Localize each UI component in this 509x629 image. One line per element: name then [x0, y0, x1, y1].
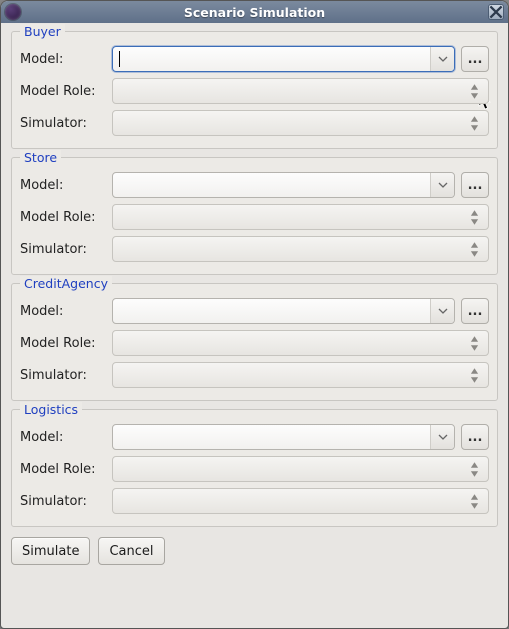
- label-model: Model:: [20, 178, 106, 193]
- row-model-role: Model Role:: [20, 202, 489, 232]
- updown-icon[interactable]: [470, 79, 484, 103]
- model-combo[interactable]: [112, 172, 455, 198]
- label-model-role: Model Role:: [20, 210, 106, 225]
- dialog-window: Scenario Simulation Buyer Model: ...: [0, 0, 509, 629]
- text-caret: [119, 51, 120, 67]
- label-model-role: Model Role:: [20, 462, 106, 477]
- browse-button[interactable]: ...: [461, 172, 489, 198]
- model-role-select[interactable]: [112, 204, 489, 230]
- app-icon: [5, 4, 21, 20]
- model-combo[interactable]: [112, 298, 455, 324]
- group-legend: Logistics: [20, 402, 82, 417]
- group-store: Store Model: ... Model Role:: [11, 157, 498, 275]
- row-model: Model: ...: [20, 170, 489, 200]
- group-legend: Buyer: [20, 24, 65, 39]
- group-legend: Store: [20, 150, 61, 165]
- chevron-down-icon[interactable]: [430, 299, 454, 323]
- model-combo[interactable]: [112, 424, 455, 450]
- label-simulator: Simulator:: [20, 368, 106, 383]
- browse-button[interactable]: ...: [461, 424, 489, 450]
- ellipsis-label: ...: [468, 178, 483, 193]
- updown-icon[interactable]: [470, 489, 484, 513]
- label-simulator: Simulator:: [20, 494, 106, 509]
- row-simulator: Simulator:: [20, 234, 489, 264]
- simulator-select[interactable]: [112, 488, 489, 514]
- group-logistics: Logistics Model: ... Model Role:: [11, 409, 498, 527]
- browse-button[interactable]: ...: [461, 46, 489, 72]
- model-role-select[interactable]: [112, 78, 489, 104]
- close-icon[interactable]: [488, 4, 504, 20]
- dialog-client: Buyer Model: ... Model Role:: [1, 23, 508, 628]
- chevron-down-icon[interactable]: [430, 173, 454, 197]
- updown-icon[interactable]: [470, 111, 484, 135]
- simulate-label: Simulate: [22, 544, 79, 559]
- model-role-select[interactable]: [112, 456, 489, 482]
- chevron-down-icon[interactable]: [430, 47, 454, 71]
- ellipsis-label: ...: [468, 430, 483, 445]
- simulator-select[interactable]: [112, 362, 489, 388]
- cancel-button[interactable]: Cancel: [98, 537, 164, 565]
- ellipsis-label: ...: [468, 52, 483, 67]
- row-simulator: Simulator:: [20, 486, 489, 516]
- group-buyer: Buyer Model: ... Model Role:: [11, 31, 498, 149]
- group-legend: CreditAgency: [20, 276, 112, 291]
- label-simulator: Simulator:: [20, 116, 106, 131]
- model-combo[interactable]: [112, 46, 455, 72]
- updown-icon[interactable]: [470, 363, 484, 387]
- row-model-role: Model Role:: [20, 76, 489, 106]
- dialog-buttons: Simulate Cancel: [11, 535, 498, 565]
- row-model: Model: ...: [20, 44, 489, 74]
- titlebar[interactable]: Scenario Simulation: [1, 1, 508, 23]
- label-model-role: Model Role:: [20, 336, 106, 351]
- group-creditagency: CreditAgency Model: ... Model Role:: [11, 283, 498, 401]
- label-model-role: Model Role:: [20, 84, 106, 99]
- label-model: Model:: [20, 304, 106, 319]
- window-title: Scenario Simulation: [27, 5, 482, 20]
- chevron-down-icon[interactable]: [430, 425, 454, 449]
- row-model: Model: ...: [20, 296, 489, 326]
- simulator-select[interactable]: [112, 236, 489, 262]
- simulate-button[interactable]: Simulate: [11, 537, 90, 565]
- row-simulator: Simulator:: [20, 360, 489, 390]
- updown-icon[interactable]: [470, 457, 484, 481]
- label-model: Model:: [20, 52, 106, 67]
- row-model-role: Model Role:: [20, 454, 489, 484]
- row-simulator: Simulator:: [20, 108, 489, 138]
- ellipsis-label: ...: [468, 304, 483, 319]
- updown-icon[interactable]: [470, 205, 484, 229]
- browse-button[interactable]: ...: [461, 298, 489, 324]
- model-role-select[interactable]: [112, 330, 489, 356]
- label-model: Model:: [20, 430, 106, 445]
- row-model-role: Model Role:: [20, 328, 489, 358]
- label-simulator: Simulator:: [20, 242, 106, 257]
- simulator-select[interactable]: [112, 110, 489, 136]
- updown-icon[interactable]: [470, 331, 484, 355]
- cancel-label: Cancel: [109, 544, 153, 559]
- row-model: Model: ...: [20, 422, 489, 452]
- updown-icon[interactable]: [470, 237, 484, 261]
